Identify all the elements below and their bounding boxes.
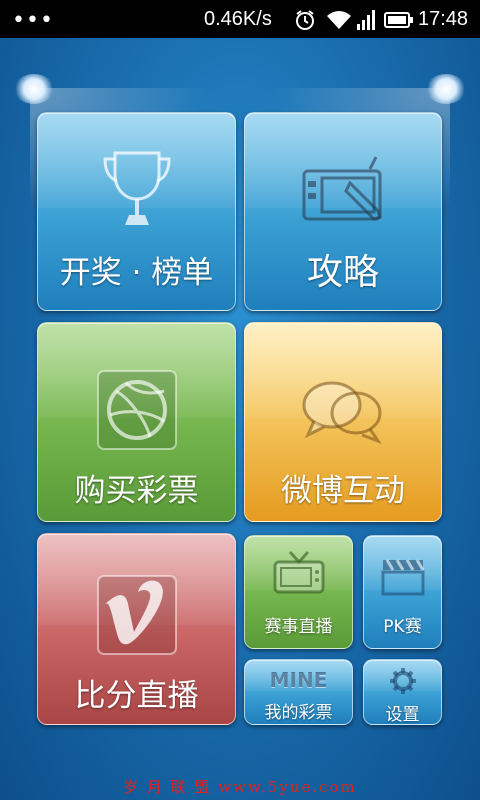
tile-label: PK赛 xyxy=(383,617,422,637)
footer-watermark: 岁 月 联 盟 www.5yue.com xyxy=(123,778,357,796)
tile-label: 赛事直播 xyxy=(264,617,333,637)
tile-label: 开奖 · 榜单 xyxy=(59,255,214,291)
tile-label: 设置 xyxy=(385,705,420,725)
tile-guide[interactable]: 攻略 xyxy=(244,112,442,311)
tv-icon xyxy=(245,548,352,600)
gear-icon xyxy=(364,666,441,700)
wifi-icon xyxy=(327,11,351,29)
tile-live-score[interactable]: 比分直播 xyxy=(37,533,236,725)
spotlight-left-icon xyxy=(14,74,54,104)
tile-pk[interactable]: PK赛 xyxy=(363,535,442,649)
tile-label: 比分直播 xyxy=(74,678,199,714)
tile-label: 我的彩票 xyxy=(264,703,333,723)
tile-label: 攻略 xyxy=(306,252,379,293)
trophy-icon xyxy=(38,149,235,239)
tile-draw-rank[interactable]: 开奖 · 榜单 xyxy=(37,112,236,311)
tile-my-lottery[interactable]: MINE 我的彩票 xyxy=(244,659,353,725)
network-speed: 0.46K/s xyxy=(204,8,272,30)
tile-weibo[interactable]: 微博互动 xyxy=(244,322,442,522)
dribbble-ball-icon xyxy=(38,369,235,455)
alarm-icon xyxy=(296,10,314,30)
tablet-pen-icon xyxy=(245,151,441,235)
vimeo-v-icon xyxy=(38,574,235,660)
speech-bubbles-icon xyxy=(245,375,441,451)
tile-match-live[interactable]: 赛事直播 xyxy=(244,535,353,649)
spotlight-right-icon xyxy=(426,74,466,104)
tile-settings[interactable]: 设置 xyxy=(363,659,442,725)
mine-text-icon: MINE xyxy=(269,668,328,692)
clock: 17:48 xyxy=(418,8,469,30)
clapperboard-icon xyxy=(364,556,441,600)
notification-dots: ••• xyxy=(12,8,54,33)
status-bar: ••• 0.46K/s 17:48 xyxy=(0,0,480,38)
tile-buy-lottery[interactable]: 购买彩票 xyxy=(37,322,236,522)
tile-label: 微博互动 xyxy=(281,473,405,509)
signal-icon xyxy=(357,10,375,30)
tile-label: 购买彩票 xyxy=(74,473,199,509)
battery-icon xyxy=(384,12,413,28)
